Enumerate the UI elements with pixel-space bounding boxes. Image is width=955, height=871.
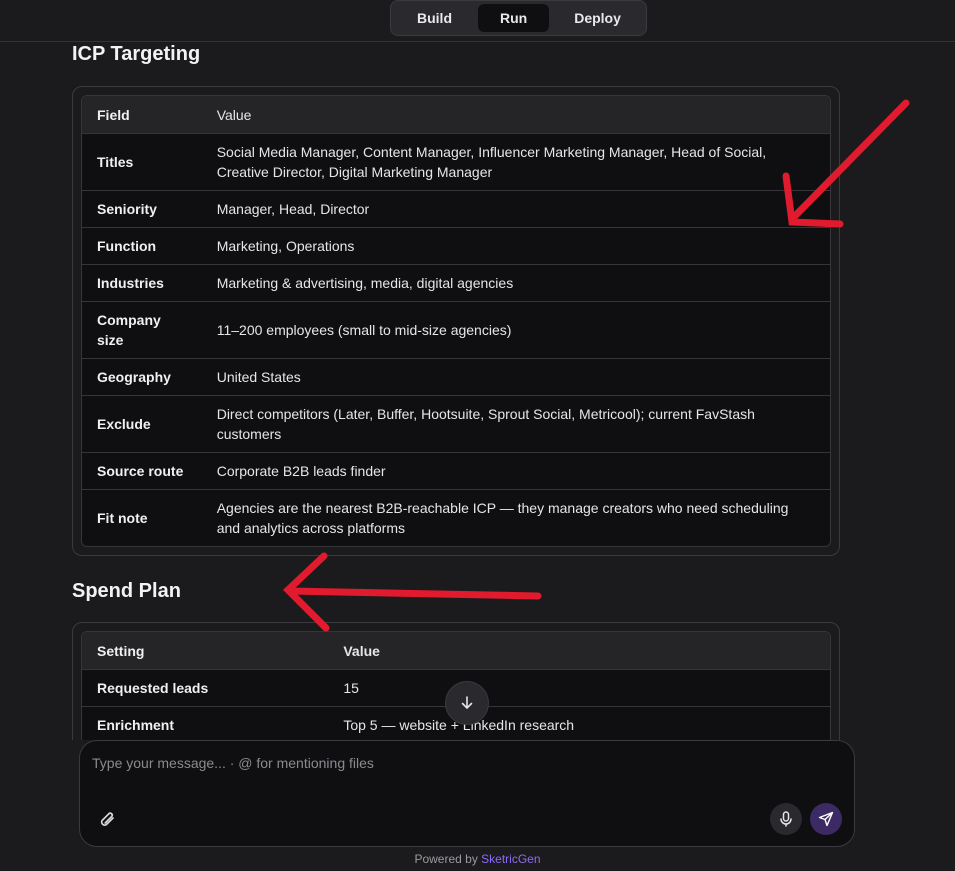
message-input[interactable]: [92, 755, 832, 795]
row-field: Function: [97, 238, 157, 254]
row-value: Marketing, Operations: [216, 238, 355, 254]
row-field: Source route: [97, 463, 184, 479]
table-row: Titles Social Media Manager, Content Man…: [82, 133, 830, 190]
row-setting: Enrichment: [97, 717, 175, 733]
microphone-icon: [780, 811, 792, 827]
row-setting: Requested leads: [97, 680, 209, 696]
table-row: Seniority Manager, Head, Director: [82, 190, 830, 227]
row-field: Fit note: [97, 510, 148, 526]
table-row: Function Marketing, Operations: [82, 227, 830, 264]
row-value: Corporate B2B leads finder: [216, 463, 386, 479]
spend-section-title: Spend Plan: [72, 580, 181, 602]
row-value: Top 5 — website + LinkedIn research: [343, 717, 575, 733]
row-field: Geography: [97, 369, 171, 385]
row-value: Direct competitors (Later, Buffer, Hoots…: [216, 406, 755, 442]
row-field: Titles: [97, 154, 134, 170]
header-value: Value: [343, 642, 380, 659]
row-field: Exclude: [97, 416, 151, 432]
chat-content[interactable]: ICP Targeting Field Value Titles Social …: [0, 42, 955, 740]
table-row: Company size 11–200 employees (small to …: [82, 301, 830, 358]
mode-switch: Build Run Deploy: [390, 0, 647, 36]
powered-by-label: Powered by: [414, 852, 478, 866]
header-value: Value: [216, 106, 252, 123]
message-composer: [79, 740, 855, 847]
table-row: Industries Marketing & advertising, medi…: [82, 264, 830, 301]
tab-build[interactable]: Build: [395, 4, 474, 32]
brand-link[interactable]: SketricGen: [481, 852, 540, 866]
row-value: United States: [216, 369, 301, 385]
table-row: Exclude Direct competitors (Later, Buffe…: [82, 395, 830, 452]
icp-section-title: ICP Targeting: [72, 43, 201, 65]
microphone-button[interactable]: [770, 803, 802, 835]
table-row: Fit note Agencies are the nearest B2B-re…: [82, 489, 830, 546]
table-row: Geography United States: [82, 358, 830, 395]
send-icon: [818, 811, 834, 827]
icp-table-card: Field Value Titles Social Media Manager,…: [72, 86, 840, 556]
powered-by-footer: Powered by SketricGen: [0, 852, 955, 866]
arrow-down-icon: [461, 696, 473, 709]
tab-deploy[interactable]: Deploy: [553, 4, 642, 32]
table-row: Source route Corporate B2B leads finder: [82, 452, 830, 489]
header-setting: Setting: [97, 642, 145, 659]
row-value: Social Media Manager, Content Manager, I…: [216, 144, 767, 180]
row-value: Agencies are the nearest B2B-reachable I…: [216, 500, 789, 536]
header-field: Field: [97, 106, 130, 123]
scroll-down-button[interactable]: [445, 681, 489, 725]
row-value: Marketing & advertising, media, digital …: [216, 275, 514, 291]
send-button[interactable]: [810, 803, 842, 835]
top-bar: Build Run Deploy: [0, 0, 955, 42]
paperclip-icon: [100, 812, 114, 826]
row-value: 15: [343, 680, 359, 696]
row-field: Seniority: [97, 201, 157, 217]
attach-button[interactable]: [98, 809, 118, 831]
tab-run[interactable]: Run: [478, 4, 550, 32]
table-header-row: Setting Value: [82, 632, 830, 669]
row-field: Company size: [97, 312, 161, 348]
row-value: 11–200 employees (small to mid-size agen…: [216, 322, 512, 338]
row-value: Manager, Head, Director: [216, 201, 370, 217]
row-field: Industries: [97, 275, 164, 291]
table-header-row: Field Value: [82, 96, 830, 133]
icp-table: Field Value Titles Social Media Manager,…: [81, 95, 831, 547]
